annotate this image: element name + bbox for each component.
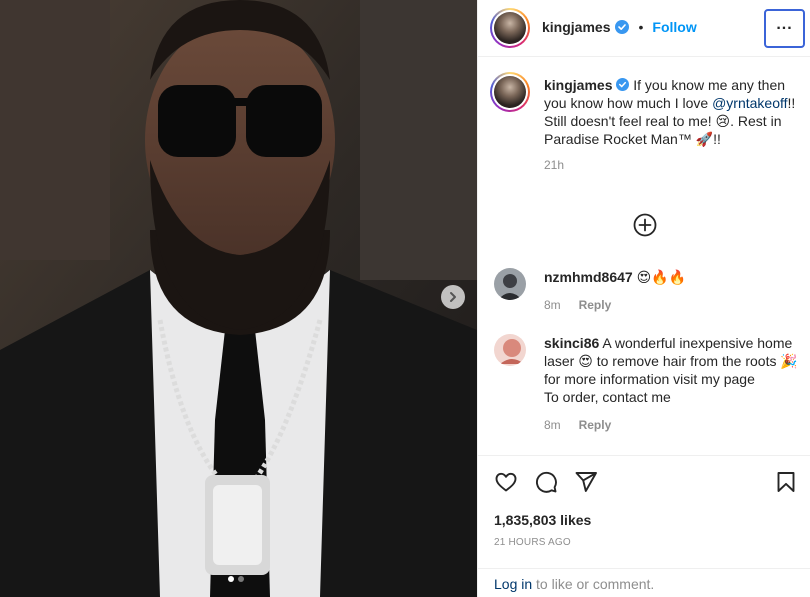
comment-text: 😍🔥🔥 — [632, 269, 687, 285]
save-bookmark-icon[interactable] — [774, 470, 798, 494]
share-paper-plane-icon[interactable] — [574, 470, 598, 494]
more-options-button[interactable]: ... — [764, 9, 805, 48]
post-image — [0, 0, 477, 597]
login-prompt: Log in to like or comment. — [478, 568, 810, 597]
comment-item: skinci86 A wonderful inexpensive home la… — [544, 334, 799, 434]
more-options-icon: ... — [776, 15, 793, 33]
comment-bubble-icon[interactable] — [534, 470, 558, 494]
comment-time[interactable]: 8m — [544, 298, 561, 312]
post-photo[interactable] — [0, 0, 477, 597]
reply-button[interactable]: Reply — [579, 418, 612, 432]
comment-time[interactable]: 8m — [544, 418, 561, 432]
verified-badge-icon — [616, 78, 630, 92]
comment-username[interactable]: skinci86 — [544, 335, 599, 351]
post-actions: 1,835,803 likes 21 HOURS AGO Log in to l… — [478, 455, 810, 597]
verified-badge-icon — [615, 20, 630, 34]
carousel-indicator — [228, 576, 244, 582]
comment-username[interactable]: nzmhmd8647 — [544, 269, 633, 285]
post-sidebar: kingjames • Follow ... kingjames If you … — [477, 0, 810, 597]
carousel-dot — [228, 576, 234, 582]
login-prompt-text: to like or comment. — [532, 576, 655, 592]
caption-avatar[interactable] — [490, 72, 530, 112]
like-heart-icon[interactable] — [494, 470, 518, 494]
header-username[interactable]: kingjames — [542, 19, 610, 35]
post-dialog: kingjames • Follow ... kingjames If you … — [0, 0, 810, 597]
caption-username[interactable]: kingjames — [544, 77, 612, 93]
post-caption: kingjames If you know me any then you kn… — [544, 76, 799, 174]
follow-button[interactable]: Follow — [652, 19, 696, 35]
avatar[interactable] — [490, 8, 530, 48]
reply-button[interactable]: Reply — [579, 298, 612, 312]
header-separator: • — [638, 19, 644, 35]
caption-mention-link[interactable]: @yrntakeoff — [712, 95, 787, 111]
load-more-comments-icon[interactable] — [633, 213, 657, 237]
comment-text-line: To order, contact me — [544, 389, 671, 405]
carousel-dot — [238, 576, 244, 582]
post-timestamp[interactable]: 21 HOURS AGO — [494, 537, 571, 548]
commenter-avatar[interactable] — [494, 334, 526, 366]
comment-item: nzmhmd8647 😍🔥🔥 8m Reply — [544, 268, 799, 314]
login-link[interactable]: Log in — [494, 576, 532, 592]
caption-time[interactable]: 21h — [544, 156, 799, 174]
post-header: kingjames • Follow ... — [478, 0, 810, 57]
likes-count[interactable]: 1,835,803 likes — [494, 512, 591, 528]
commenter-avatar[interactable] — [494, 268, 526, 300]
next-photo-button[interactable] — [441, 285, 465, 309]
chevron-right-icon — [450, 292, 456, 302]
